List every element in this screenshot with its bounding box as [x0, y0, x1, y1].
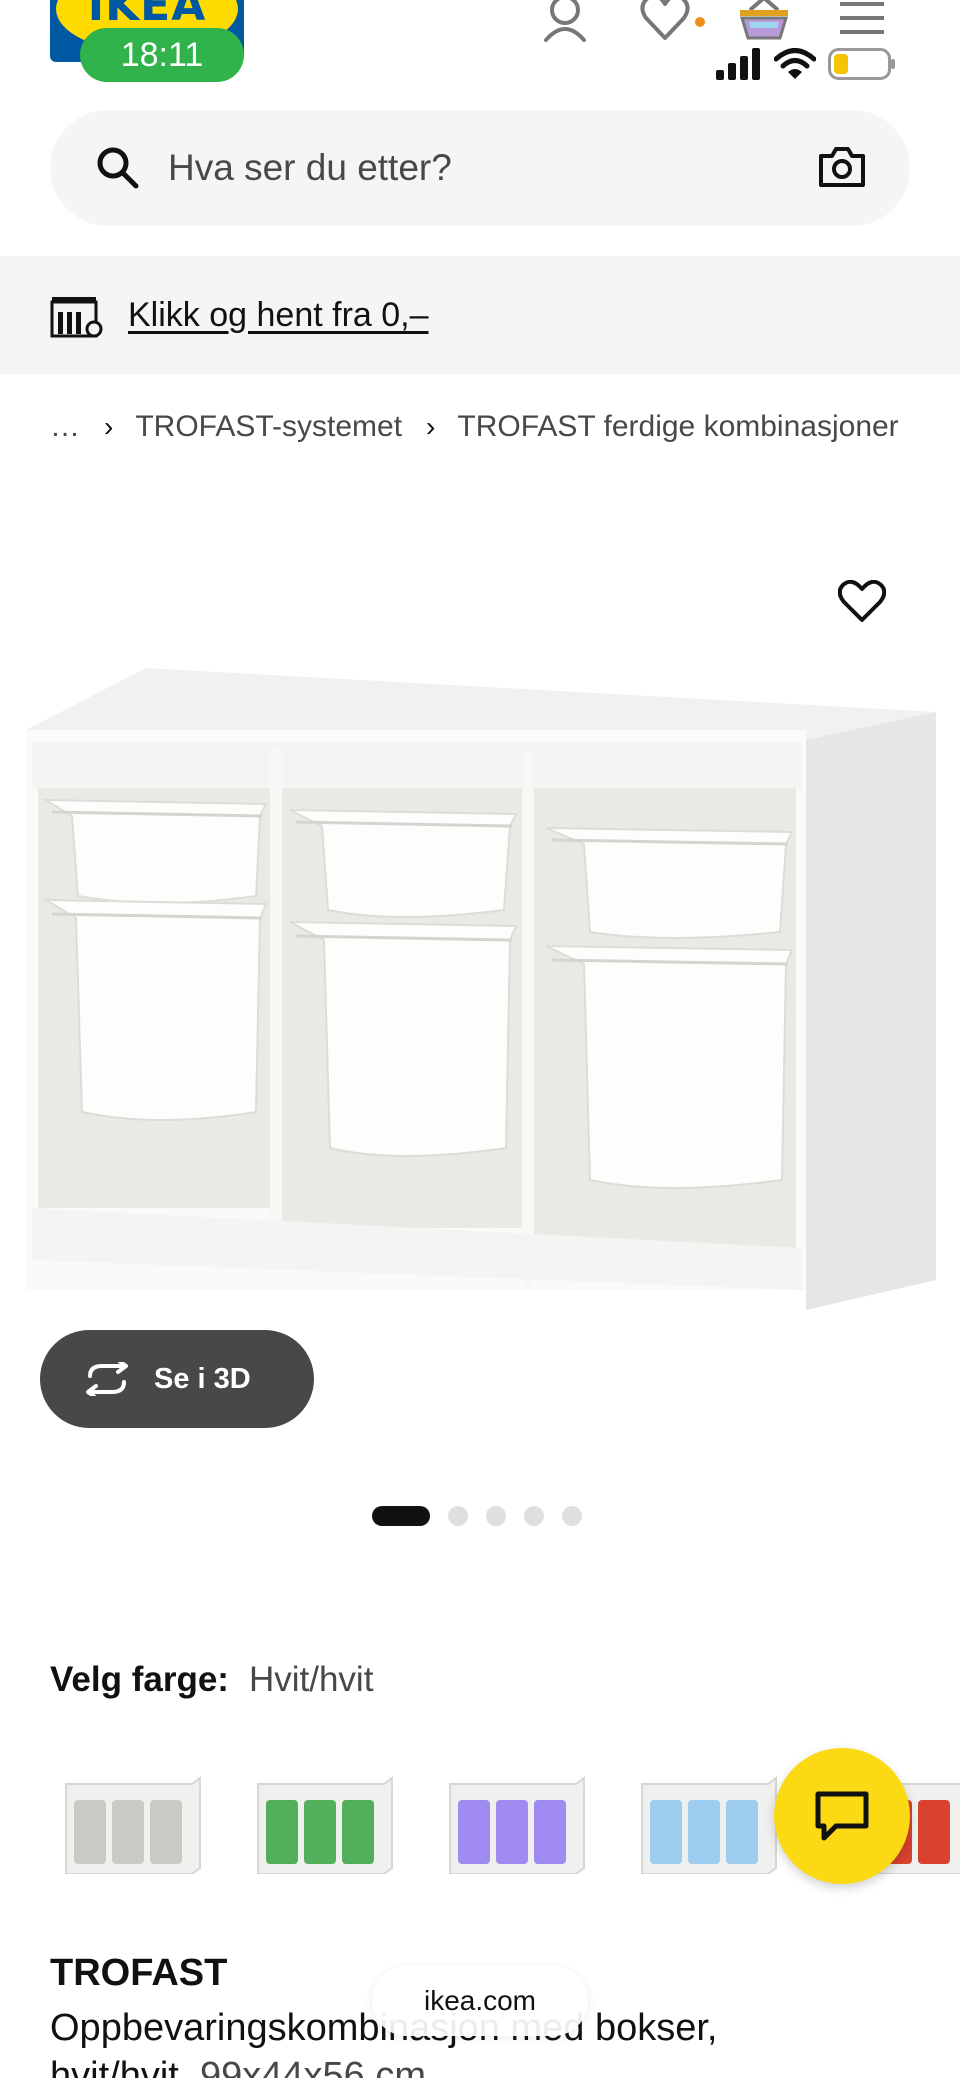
color-value: Hvit/hvit [248, 1660, 374, 1699]
view-3d-button[interactable]: Se i 3D [40, 1330, 314, 1428]
rotate-3d-icon [86, 1362, 128, 1396]
breadcrumb: … › TROFAST-systemet › TROFAST ferdige k… [50, 404, 899, 450]
swatch-green[interactable] [254, 1770, 394, 1874]
browser-url-pill[interactable]: ikea.com [372, 1966, 588, 2036]
color-selector-heading: Velg farge: Hvit/hvit [50, 1660, 373, 1700]
basket-icon[interactable] [736, 0, 792, 42]
carousel-dot[interactable] [524, 1506, 544, 1526]
wishlist-dot-icon [695, 17, 705, 27]
logo-text: IKEA [87, 0, 207, 31]
search-bar[interactable]: Hva ser du etter? [50, 110, 910, 226]
wifi-icon [774, 48, 816, 79]
click-collect-link[interactable]: Klikk og hent fra 0,– [128, 256, 429, 374]
search-icon [97, 147, 139, 189]
user-icon[interactable] [540, 0, 590, 44]
top-header: IKEA 18:11 [0, 0, 960, 92]
carousel-dot[interactable] [448, 1506, 468, 1526]
product-name: TROFAST [50, 1952, 228, 1994]
status-time: 18:11 [80, 28, 244, 82]
image-carousel-dots [372, 1506, 582, 1526]
view-3d-label: Se i 3D [154, 1362, 251, 1395]
chat-bubble-icon [815, 1791, 869, 1841]
menu-icon[interactable] [840, 0, 884, 38]
color-label: Velg farge: [50, 1660, 229, 1699]
chevron-right-icon: › [104, 411, 114, 442]
product-description-line2: hvit/hvit, [50, 2055, 190, 2078]
status-icons [716, 44, 896, 84]
carousel-dot-active[interactable] [372, 1506, 430, 1526]
breadcrumb-item-trofast-combinations[interactable]: TROFAST ferdige kombinasjoner [457, 410, 898, 444]
heart-icon[interactable] [640, 0, 690, 42]
battery-icon [828, 48, 895, 80]
add-to-favorites-heart-icon[interactable] [838, 580, 886, 624]
product-dimensions: 99x44x56 cm [199, 2055, 426, 2078]
search-input[interactable]: Hva ser du etter? [168, 110, 452, 226]
chat-button[interactable] [774, 1748, 910, 1884]
signal-icon [716, 48, 760, 80]
click-collect-banner[interactable]: Klikk og hent fra 0,– [0, 256, 960, 374]
breadcrumb-item-more[interactable]: … [50, 410, 80, 444]
swatch-grey[interactable] [62, 1770, 202, 1874]
chevron-right-icon: › [426, 411, 436, 442]
product-image[interactable] [16, 660, 946, 1320]
store-pickup-icon [50, 297, 103, 338]
carousel-dot[interactable] [486, 1506, 506, 1526]
swatch-light-blue[interactable] [638, 1770, 778, 1874]
carousel-dot[interactable] [562, 1506, 582, 1526]
swatch-purple[interactable] [446, 1770, 586, 1874]
breadcrumb-item-trofast-system[interactable]: TROFAST-systemet [135, 410, 402, 444]
camera-icon[interactable] [818, 146, 866, 188]
